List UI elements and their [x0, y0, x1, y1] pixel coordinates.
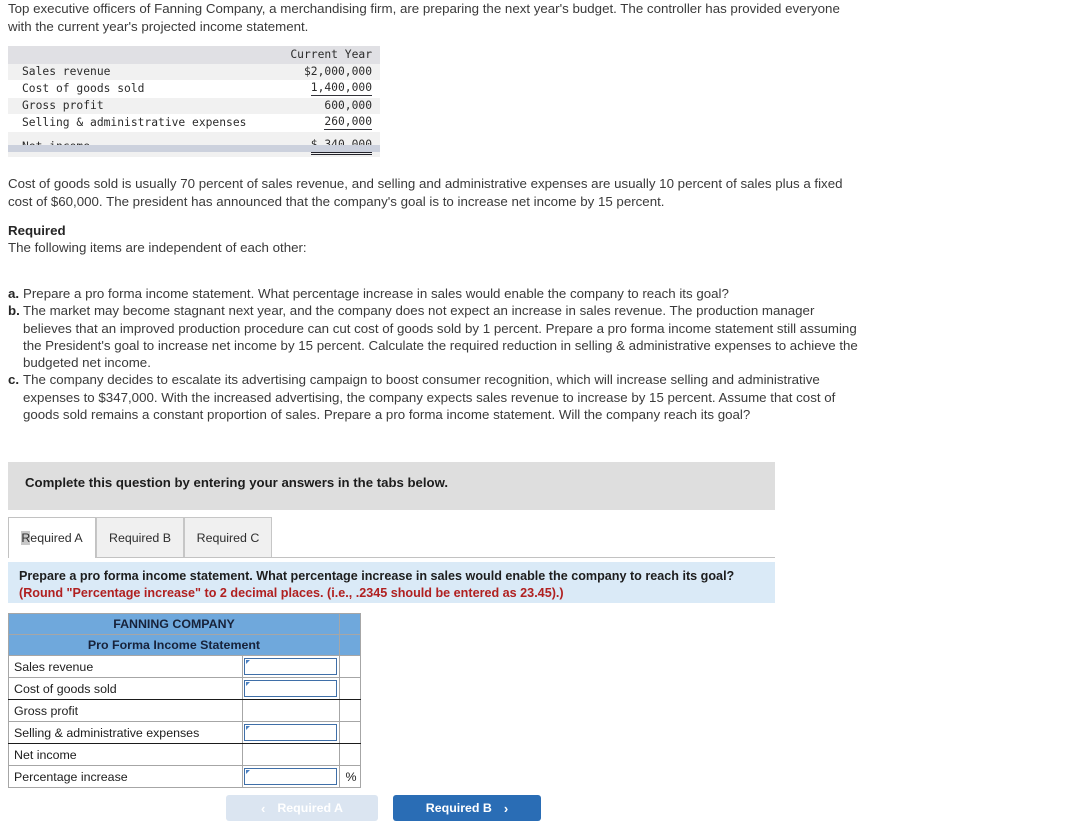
row-label: Percentage increase [8, 765, 243, 788]
row-input-cell[interactable] [242, 655, 340, 678]
row-label: Selling & administrative expenses [8, 721, 243, 744]
current-year-income-statement: Current Year Sales revenue $2,000,000 Co… [8, 46, 380, 157]
table-row: Cost of goods sold [8, 677, 361, 700]
answer-entry-table: FANNING COMPANY Pro Forma Income Stateme… [8, 613, 361, 788]
current-year-table-footer-bar [8, 145, 380, 152]
row-value: 1,400,000 [284, 80, 380, 98]
row-input-cell[interactable] [242, 721, 340, 744]
row-label: Cost of goods sold [22, 82, 145, 95]
intro-paragraph: Top executive officers of Fanning Compan… [8, 1, 840, 34]
percentage-increase-input[interactable] [245, 769, 336, 784]
value-text: 600,000 [324, 99, 372, 112]
answer-table-body: FANNING COMPANY Pro Forma Income Stateme… [8, 613, 361, 788]
item-text: Prepare a pro forma income statement. Wh… [23, 286, 729, 301]
table-row: Selling & administrative expenses [8, 721, 361, 744]
question-panel: Prepare a pro forma income statement. Wh… [8, 562, 775, 603]
gross-profit-cell [242, 699, 340, 722]
answer-table-title: FANNING COMPANY [8, 613, 340, 635]
row-unit [339, 655, 361, 678]
row-value: 600,000 [284, 98, 380, 114]
tab-label: Required A [21, 531, 83, 545]
previous-required-a-button[interactable]: ‹ Required A [226, 795, 378, 821]
row-label: Cost of goods sold [8, 677, 243, 700]
list-item: c. The company decides to escalate its a… [8, 371, 858, 423]
row-label: Net income [8, 743, 243, 766]
question-main: Prepare a pro forma income statement. Wh… [19, 569, 735, 583]
row-unit [339, 677, 361, 700]
tab-required-b[interactable]: Required B [96, 517, 184, 557]
row-label: Selling & administrative expenses [22, 116, 247, 129]
tab-required-a[interactable]: Required A [8, 517, 96, 558]
tab-label: Required B [109, 530, 171, 545]
tab-label-rest: equired A [30, 531, 83, 545]
answer-table-title-row: FANNING COMPANY [8, 613, 361, 635]
table-row: Selling & administrative expenses 260,00… [8, 114, 380, 132]
table-row: Sales revenue [8, 655, 361, 678]
row-input-cell[interactable] [242, 765, 340, 788]
sales-revenue-cell[interactable] [244, 658, 337, 675]
tab-required-c[interactable]: Required C [184, 517, 272, 557]
percentage-increase-cell[interactable] [244, 768, 337, 785]
item-marker: c. [8, 372, 20, 388]
net-income-cell [242, 743, 340, 766]
requirement-items: a. Prepare a pro forma income statement.… [8, 285, 858, 423]
row-unit [339, 721, 361, 744]
required-heading: Required [8, 223, 66, 238]
row-label: Gross profit [8, 699, 243, 722]
current-year-body: Current Year Sales revenue $2,000,000 Co… [8, 46, 380, 157]
question-panel-text: Prepare a pro forma income statement. Wh… [19, 568, 764, 601]
answer-table-subtitle: Pro Forma Income Statement [8, 634, 340, 656]
table-row: Gross profit 600,000 [8, 98, 380, 114]
cost-of-goods-sold-input[interactable] [245, 681, 336, 696]
current-year-header-blank [8, 46, 284, 64]
cost-of-goods-sold-cell[interactable] [244, 680, 337, 697]
list-item: b. The market may become stagnant next y… [8, 302, 858, 371]
chevron-right-icon: › [503, 800, 509, 816]
tab-bar: Required A Required B Required C [8, 517, 775, 558]
value-text: 1,400,000 [310, 81, 372, 96]
item-text: The market may become stagnant next year… [23, 303, 858, 371]
table-row: Percentage increase % [8, 765, 361, 788]
value-text: $2,000,000 [303, 65, 372, 78]
row-unit [339, 699, 361, 722]
value-text: 260,000 [324, 115, 372, 130]
list-item: a. Prepare a pro forma income statement.… [8, 285, 858, 302]
previous-button-label: Required A [277, 801, 343, 815]
next-button-label: Required B [425, 801, 492, 815]
percent-sign-label: % [339, 765, 361, 788]
row-label: Sales revenue [8, 655, 243, 678]
item-marker: b. [8, 303, 20, 319]
answer-table-subtitle-row: Pro Forma Income Statement [8, 634, 361, 656]
cogs-paragraph: Cost of goods sold is usually 70 percent… [8, 176, 843, 209]
tab-bar-rule [8, 557, 775, 558]
selling-admin-expenses-cell[interactable] [244, 724, 337, 741]
row-value: 260,000 [284, 114, 380, 132]
table-row: Net income [8, 743, 361, 766]
answer-table-subtitle-pad [339, 634, 361, 656]
tab-label: Required C [196, 530, 260, 545]
required-subtitle: The following items are independent of e… [8, 240, 307, 255]
sales-revenue-input[interactable] [245, 659, 336, 674]
question-rounding-note: (Round "Percentage increase" to 2 decima… [19, 585, 564, 600]
selling-admin-expenses-input[interactable] [245, 725, 336, 740]
table-row: Gross profit [8, 699, 361, 722]
next-required-b-button[interactable]: Required B › [393, 795, 541, 821]
current-year-column-header: Current Year [284, 46, 380, 64]
item-marker: a. [8, 286, 20, 301]
row-label: Sales revenue [8, 64, 284, 80]
answer-table-title-pad [339, 613, 361, 635]
chevron-left-icon: ‹ [261, 800, 266, 816]
current-year-header-row: Current Year [8, 46, 380, 64]
row-value: $2,000,000 [284, 64, 380, 80]
tab-selection-highlight: R [21, 531, 31, 545]
instruction-banner-text: Complete this question by entering your … [25, 475, 449, 490]
row-unit [339, 743, 361, 766]
row-label: Gross profit [8, 98, 284, 114]
row-input-cell[interactable] [242, 677, 340, 700]
table-row: Cost of goods sold 1,400,000 [8, 80, 380, 98]
instruction-banner: Complete this question by entering your … [8, 462, 775, 510]
item-text: The company decides to escalate its adve… [23, 372, 836, 423]
table-row: Sales revenue $2,000,000 [8, 64, 380, 80]
